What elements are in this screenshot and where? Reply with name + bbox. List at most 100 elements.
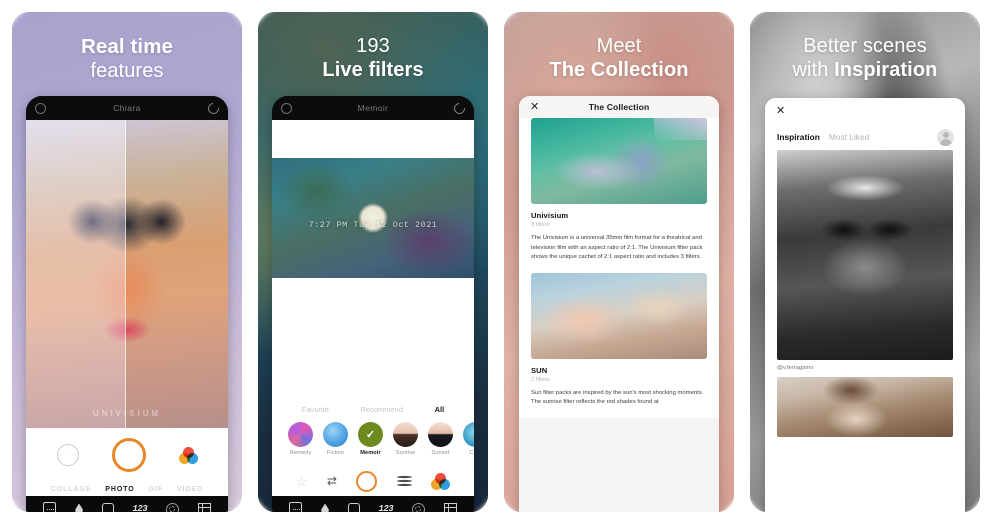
droplet-icon[interactable] [321, 503, 330, 512]
filter-item-memoir[interactable]: ✓ Memoir [356, 422, 385, 456]
color-filters-icon[interactable] [178, 446, 198, 464]
collection-card-filter-count: 3 filters [531, 222, 550, 228]
landscape-icon[interactable] [56, 444, 79, 466]
panel-2-caption-line1: 193 [356, 35, 390, 57]
droplet-icon[interactable] [75, 503, 84, 512]
filter-tab-all[interactable]: All [435, 405, 445, 414]
camera-filter-title-2: Memoir [357, 103, 389, 113]
exposure-icon[interactable] [43, 501, 57, 512]
panel-2-caption-line2: Live filters [322, 59, 424, 82]
panel-1-caption-line1: Real time [80, 35, 174, 58]
inspiration-sheet-header: ✕ [765, 98, 965, 124]
frame-icon[interactable] [101, 503, 114, 512]
camera-topbar-2: Memoir [272, 96, 474, 120]
filter-thumbnail [288, 422, 313, 447]
panel-4-caption-bold: Inspiration [834, 59, 938, 82]
camera-mode-tabs: COLLAGE PHOTO GIF VIDEO [26, 482, 228, 496]
feed-post-image-next[interactable] [777, 377, 953, 437]
inspiration-feed[interactable]: @v.ferragamo [765, 150, 965, 512]
filter-tab-recommend[interactable]: Recommend [360, 405, 403, 414]
inspiration-tabs: Inspiration Most Liked [765, 124, 965, 150]
iso-123-icon[interactable]: 123 [378, 504, 393, 512]
collection-card-title: Univisium [531, 211, 569, 220]
filter-label: Memoir [360, 450, 381, 456]
panel-4-caption-prefix: with [792, 59, 835, 82]
filter-label: Sunrise [395, 450, 416, 456]
filter-carousel[interactable]: Remedy Fiction ✓ Memoir Sunrise Sunset C [272, 418, 474, 466]
filter-label: Fiction [326, 450, 345, 456]
aperture-icon[interactable] [165, 502, 179, 512]
screen-bottom-spacer [272, 278, 474, 400]
grid-icon[interactable] [443, 503, 457, 512]
filter-item-remedy[interactable]: Remedy [286, 422, 315, 456]
collection-sheet-header: ✕ The Collection [519, 96, 719, 118]
shutter-ring-icon[interactable] [35, 102, 46, 114]
mode-tab-video[interactable]: VIDEO [177, 486, 203, 493]
collection-list[interactable]: Univisium 3 filters The Univisium is a u… [519, 118, 719, 512]
frame-icon[interactable] [347, 503, 360, 512]
layers-icon[interactable] [396, 475, 412, 488]
panel-3-caption-line2: The Collection [549, 59, 689, 82]
camera-toolbar-2: 123 [272, 496, 474, 512]
filter-item-sunrise[interactable]: Sunrise [391, 422, 420, 456]
phone-mockup-1: Chiara UNIVISIUM COLLAGE PHOTO GIF VIDEO [26, 96, 228, 512]
screenshot-panel-1[interactable]: Real time features Chiara UNIVISIUM COLL… [12, 12, 242, 512]
profile-avatar[interactable] [937, 128, 954, 146]
camera-controls-1 [26, 428, 228, 482]
color-filters-icon[interactable] [431, 472, 451, 490]
panel-2-caption: 193 Live filters [258, 12, 488, 83]
screen-top-spacer [272, 120, 474, 158]
shutter-button[interactable] [356, 470, 378, 492]
tab-most-liked[interactable]: Most Liked [829, 132, 870, 142]
exposure-icon[interactable] [289, 501, 303, 512]
mode-tab-collage[interactable]: COLLAGE [51, 486, 92, 493]
star-icon[interactable]: ☆ [296, 475, 308, 488]
photo-timestamp: 7:27 PM Tue 12 Oct 2021 [308, 220, 438, 231]
flip-camera-icon[interactable] [451, 100, 468, 116]
filter-tab-favorite[interactable]: Favorite [302, 405, 329, 414]
collection-card-univisium[interactable]: Univisium 3 filters The Univisium is a u… [519, 118, 719, 273]
panel-1-caption: Real time features [12, 12, 242, 83]
camera-topbar-1: Chiara [26, 96, 228, 120]
mode-tab-gif[interactable]: GIF [149, 486, 163, 493]
shuffle-icon[interactable]: ⇄ [327, 474, 337, 488]
feed-post-handle[interactable]: @v.ferragamo [777, 360, 953, 377]
filter-thumbnail: ✓ [358, 422, 383, 447]
filter-item-fiction[interactable]: Fiction [321, 422, 350, 456]
filter-browser-screen: 7:27 PM Tue 12 Oct 2021 Favorite Recomme… [272, 120, 474, 496]
close-icon[interactable]: ✕ [776, 105, 785, 117]
screenshot-panel-2[interactable]: 193 Live filters Memoir 7:27 PM Tue 12 O… [258, 12, 488, 512]
shutter-ring-icon[interactable] [281, 102, 292, 114]
panel-3-caption-line1: Meet [596, 35, 642, 57]
screenshot-panel-4[interactable]: Better scenes with Inspiration ✕ Inspira… [750, 12, 980, 512]
collection-card-description: Sun filter packs are inspired by the sun… [531, 389, 704, 406]
filter-category-tabs: Favorite Recommend All [272, 400, 474, 418]
grid-icon[interactable] [197, 503, 211, 512]
collection-card-sun[interactable]: SUN 2 filters Sun filter packs are inspi… [519, 272, 719, 418]
filter-thumbnail [393, 422, 418, 447]
tab-inspiration[interactable]: Inspiration [777, 132, 820, 142]
collection-card-title: SUN [531, 365, 548, 375]
filter-thumbnail [428, 422, 453, 447]
aperture-icon[interactable] [411, 502, 425, 512]
flip-camera-icon[interactable] [205, 100, 222, 116]
shutter-button[interactable] [111, 438, 146, 472]
camera-controls-2: ☆ ⇄ [272, 466, 474, 496]
filter-item-cars[interactable]: Cars [461, 422, 474, 456]
panel-4-caption: Better scenes with Inspiration [750, 12, 980, 83]
filter-item-sunset[interactable]: Sunset [426, 422, 455, 456]
collection-card-description: The Univisium is a universal 35mm film f… [531, 235, 703, 261]
inspiration-sheet: ✕ Inspiration Most Liked @v.ferragamo [765, 98, 965, 512]
camera-viewfinder-1[interactable]: UNIVISIUM [26, 120, 228, 428]
collection-card-image [531, 118, 707, 204]
filter-preview-photo[interactable]: 7:27 PM Tue 12 Oct 2021 [272, 158, 474, 278]
screenshot-panel-3[interactable]: Meet The Collection ✕ The Collection Uni… [504, 12, 734, 512]
filter-label: Cars [469, 450, 474, 456]
camera-filter-title-1: Chiara [113, 103, 141, 113]
filter-thumbnail [463, 422, 474, 447]
feed-post-image[interactable] [777, 150, 953, 360]
iso-123-icon[interactable]: 123 [132, 504, 147, 512]
app-store-screenshot-gallery: Real time features Chiara UNIVISIUM COLL… [0, 0, 1003, 529]
check-icon: ✓ [365, 429, 376, 441]
mode-tab-photo[interactable]: PHOTO [105, 486, 134, 493]
